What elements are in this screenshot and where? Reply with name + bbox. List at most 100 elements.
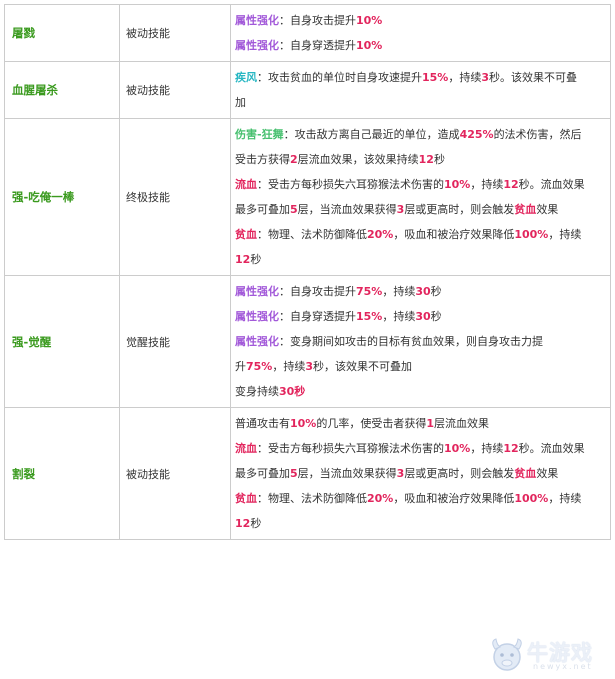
effect-keyword: 属性强化 (235, 335, 279, 348)
effect-keyword: 疾风 (235, 71, 257, 84)
description-text: 受击方获得 (235, 153, 290, 166)
description-line: 升75%，持续3秒，该效果不可叠加 (235, 354, 606, 379)
description-line: 属性强化：自身穿透提升10% (235, 33, 606, 58)
description-text: 秒。流血效果 (518, 442, 585, 455)
description-text: 层流血效果，该效果持续 (297, 153, 419, 166)
effect-value: 10% (290, 417, 317, 430)
skill-type: 终极技能 (119, 118, 231, 276)
description-text: 层流血效果 (434, 417, 489, 430)
effect-keyword: 流血 (235, 178, 257, 191)
description-line: 流血：受击方每秒损失六耳猕猴法术伤害的10%，持续12秒。流血效果 (235, 172, 606, 197)
description-line: 属性强化：自身攻击提升75%，持续30秒 (235, 279, 606, 304)
effect-value: 20% (367, 492, 394, 505)
description-text: 升 (235, 360, 246, 373)
description-line: 属性强化：自身攻击提升10% (235, 8, 606, 33)
table-row: 强-吃俺一棒 终极技能 伤害-狂舞：攻击敌方离自己最近的单位，造成425%的法术伤害… (4, 118, 611, 276)
effect-value: 15% (422, 71, 449, 84)
description-text: 最多可叠加 (235, 467, 290, 480)
description-line: 变身持续30秒 (235, 379, 606, 404)
effect-value: 15% (356, 310, 383, 323)
description-text: 秒 (433, 153, 445, 166)
description-text: ：变身期间如攻击的目标有贫血效果，则自身攻击力提 (279, 335, 543, 348)
skill-description: 属性强化：自身攻击提升10% 属性强化：自身穿透提升10% (230, 4, 611, 62)
table-row: 血腥屠杀 被动技能 疾风：攻击贫血的单位时自身攻速提升15%，持续3秒。该效果不可叠… (4, 61, 611, 119)
description-line: 12秒 (235, 247, 606, 272)
table-row: 割裂 被动技能 普通攻击有10%的几率，使受击者获得1层流血效果 流血：受击方每秒损失… (4, 407, 611, 540)
effect-value: 12 (235, 253, 251, 266)
effect-keyword: 属性强化 (235, 14, 279, 27)
effect-value: 75% (356, 285, 383, 298)
description-line: 伤害-狂舞：攻击敌方离自己最近的单位，造成425%的法术伤害，然后 (235, 122, 606, 147)
description-text: 秒 (250, 253, 262, 266)
description-text: ，持续 (382, 285, 416, 298)
description-text: ：自身穿透提升 (279, 310, 356, 323)
effect-value: 30 (415, 285, 431, 298)
effect-value: 100% (514, 492, 549, 505)
description-text: ：受击方每秒损失六耳猕猴法术伤害的 (257, 442, 444, 455)
description-line: 贫血：物理、法术防御降低20%，吸血和被治疗效果降低100%，持续 (235, 486, 606, 511)
description-line: 最多可叠加5层，当流血效果获得3层或更高时，则会触发贫血效果 (235, 461, 606, 486)
effect-value: 30秒 (279, 385, 306, 398)
effect-value: 3 (305, 360, 313, 373)
description-text: ：受击方每秒损失六耳猕猴法术伤害的 (257, 178, 444, 191)
description-text: ：物理、法术防御降低 (257, 228, 367, 241)
description-text: ，持续 (272, 360, 306, 373)
description-text: 效果 (536, 203, 559, 216)
watermark: 牛游戏 newyx.net (487, 635, 609, 675)
description-text: ：攻击贫血的单位时自身攻速提升 (257, 71, 422, 84)
skill-type: 被动技能 (119, 61, 231, 119)
watermark-sub: newyx.net (533, 662, 593, 671)
effect-keyword: 贫血 (514, 203, 537, 216)
description-text: ，吸血和被治疗效果降低 (393, 228, 515, 241)
description-line: 流血：受击方每秒损失六耳猕猴法术伤害的10%，持续12秒。流血效果 (235, 436, 606, 461)
description-line: 最多可叠加5层，当流血效果获得3层或更高时，则会触发贫血效果 (235, 197, 606, 222)
effect-keyword: 流血 (235, 442, 257, 455)
effect-keyword: 伤害-狂舞 (235, 128, 284, 141)
skill-name: 强-吃俺一棒 (4, 118, 120, 276)
effect-value: 10% (444, 442, 471, 455)
description-text: 效果 (536, 467, 559, 480)
description-text: 秒。该效果不可叠 (489, 71, 577, 84)
skills-table-body: 屠戮 被动技能 属性强化：自身攻击提升10% 属性强化：自身穿透提升10% 血腥屠杀 被动… (4, 4, 611, 540)
description-line: 属性强化：自身穿透提升15%，持续30秒 (235, 304, 606, 329)
description-line: 属性强化：变身期间如攻击的目标有贫血效果，则自身攻击力提 (235, 329, 606, 354)
description-text: 的法术伤害，然后 (493, 128, 582, 141)
effect-keyword: 贫血 (235, 492, 257, 505)
description-text: ：自身攻击提升 (279, 285, 356, 298)
description-text: ，持续 (448, 71, 482, 84)
effect-keyword: 贫血 (514, 467, 537, 480)
skill-type: 觉醒技能 (119, 275, 231, 408)
skill-name: 强-觉醒 (4, 275, 120, 408)
skill-type: 被动技能 (119, 407, 231, 540)
skills-table: 屠戮 被动技能 属性强化：自身攻击提升10% 属性强化：自身穿透提升10% 血腥屠杀 被动… (4, 4, 611, 540)
description-line: 普通攻击有10%的几率，使受击者获得1层流血效果 (235, 411, 606, 436)
description-text: 秒 (250, 517, 262, 530)
description-line: 受击方获得2层流血效果，该效果持续12秒 (235, 147, 606, 172)
effect-value: 20% (367, 228, 394, 241)
effect-keyword: 属性强化 (235, 310, 279, 323)
description-text: ：自身攻击提升 (279, 14, 356, 27)
description-text: 秒。流血效果 (518, 178, 585, 191)
description-text: ：攻击敌方离自己最近的单位，造成 (283, 128, 460, 141)
description-text: ：物理、法术防御降低 (257, 492, 367, 505)
table-row: 屠戮 被动技能 属性强化：自身攻击提升10% 属性强化：自身穿透提升10% (4, 4, 611, 62)
description-text: ，吸血和被治疗效果降低 (393, 492, 515, 505)
description-line: 贫血：物理、法术防御降低20%，吸血和被治疗效果降低100%，持续 (235, 222, 606, 247)
description-text: 秒，该效果不可叠加 (313, 360, 412, 373)
description-text: ，持续 (382, 310, 416, 323)
effect-value: 5 (290, 203, 298, 216)
description-text: 层或更高时，则会触发 (404, 467, 515, 480)
effect-keyword: 贫血 (235, 228, 257, 241)
effect-value: 10% (356, 39, 383, 52)
description-text: 秒 (430, 285, 442, 298)
description-line: 12秒 (235, 511, 606, 536)
effect-value: 5 (290, 467, 298, 480)
effect-keyword: 属性强化 (235, 39, 279, 52)
ox-mascot-icon (492, 638, 522, 671)
effect-value: 10% (356, 14, 383, 27)
skill-name: 割裂 (4, 407, 120, 540)
description-text: ，持续 (470, 178, 504, 191)
effect-value: 3 (481, 71, 489, 84)
description-text: 层，当流血效果获得 (297, 467, 397, 480)
description-text: 变身持续 (235, 385, 279, 398)
